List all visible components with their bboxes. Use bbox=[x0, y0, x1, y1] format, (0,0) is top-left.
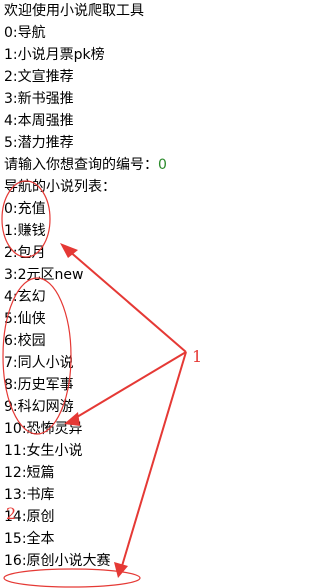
nav-item-2: 2:包月 bbox=[4, 245, 46, 261]
console-line-menu-1: 1:小说月票pk榜 bbox=[4, 47, 105, 63]
console-line-menu-3: 3:新书强推 bbox=[4, 91, 74, 107]
console-prompt: 请输入你想查询的编号： bbox=[4, 157, 158, 173]
nav-item-14: 14:原创 bbox=[4, 509, 55, 525]
console-user-input[interactable]: 0 bbox=[158, 157, 167, 173]
console-output: 欢迎使用小说爬取工具 0:导航 1:小说月票pk榜 2:文宣推荐 3:新书强推 … bbox=[0, 0, 200, 588]
nav-item-16: 16:原创小说大赛 bbox=[4, 553, 111, 569]
nav-item-8: 8:历史军事 bbox=[4, 377, 74, 393]
nav-item-4: 4:玄幻 bbox=[4, 289, 46, 305]
nav-list-heading: 导航的小说列表： bbox=[4, 179, 116, 195]
nav-item-15: 15:全本 bbox=[4, 531, 55, 547]
nav-item-9: 9:科幻网游 bbox=[4, 399, 74, 415]
console-line-menu-5: 5:潜力推荐 bbox=[4, 135, 74, 151]
nav-item-6: 6:校园 bbox=[4, 333, 46, 349]
console-line-title: 欢迎使用小说爬取工具 bbox=[4, 3, 144, 19]
nav-item-5: 5:仙侠 bbox=[4, 311, 46, 327]
nav-item-11: 11:女生小说 bbox=[4, 443, 83, 459]
nav-item-13: 13:书库 bbox=[4, 487, 55, 503]
nav-item-7: 7:同人小说 bbox=[4, 355, 74, 371]
console-line-menu-4: 4:本周强推 bbox=[4, 113, 74, 129]
console-line-menu-2: 2:文宣推荐 bbox=[4, 69, 74, 85]
console-prompt-line[interactable]: 请输入你想查询的编号：0 bbox=[4, 154, 167, 176]
nav-item-1: 1:赚钱 bbox=[4, 223, 46, 239]
nav-item-3: 3:2元区new bbox=[4, 267, 84, 283]
nav-item-0: 0:充值 bbox=[4, 201, 46, 217]
nav-item-12: 12:短篇 bbox=[4, 465, 55, 481]
nav-item-10: 10:恐怖灵异 bbox=[4, 421, 83, 437]
console-line-menu-0: 0:导航 bbox=[4, 25, 46, 41]
